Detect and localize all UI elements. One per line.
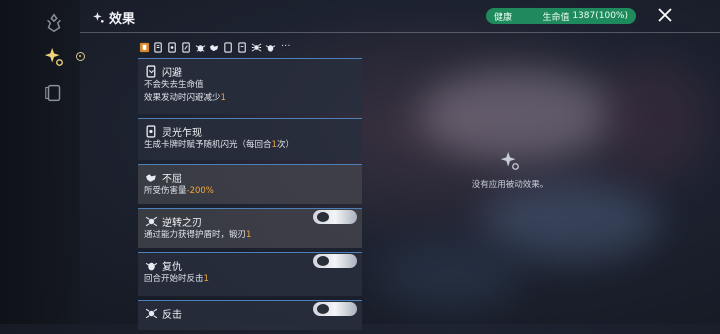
- card-flash-icon: [144, 124, 158, 138]
- hp-status-label: 健康: [494, 12, 513, 23]
- page-title: 效果: [109, 12, 136, 27]
- card-flash-icon[interactable]: [180, 41, 192, 53]
- left-rail: [0, 0, 85, 324]
- passive-effects-empty-state: 没有应用被动效果。: [468, 150, 552, 190]
- beetle-icon: [144, 258, 158, 272]
- effects-sparkle-icon[interactable]: [41, 44, 67, 70]
- card-flash-icon[interactable]: [222, 41, 234, 53]
- beetle-icon[interactable]: [264, 41, 276, 53]
- close-button[interactable]: [656, 6, 674, 24]
- shield-card-icon[interactable]: [138, 41, 150, 53]
- card-flash-icon[interactable]: [236, 41, 248, 53]
- spider-icon: [144, 214, 158, 228]
- hp-badge: 健康 生命值 1387(100%): [486, 8, 636, 24]
- effect-icon-tray: ···: [138, 40, 291, 54]
- card-flash-icon[interactable]: [152, 41, 164, 53]
- empty-state-text: 没有应用被动效果。: [471, 180, 549, 190]
- wolf-icon: [144, 170, 158, 184]
- header-divider: [80, 32, 720, 33]
- effect-card-dodge[interactable]: 闪避 不会失去生命值 效果发动时闪避减少1: [138, 58, 362, 114]
- effect-title: 反击: [162, 309, 182, 321]
- effect-card-reverse-blade[interactable]: 逆转之刃 通过能力获得护盾时，锻刃1: [138, 208, 362, 248]
- effect-list: 闪避 不会失去生命值 效果发动时闪避减少1 灵光乍现 生成卡牌时赋予随机闪光（每…: [138, 58, 362, 334]
- effect-card-revenge[interactable]: 复仇 回合开始时反击1: [138, 252, 362, 296]
- effect-title: 复仇: [162, 261, 182, 273]
- effect-description: 通过能力获得护盾时，锻刃1: [144, 230, 252, 240]
- effect-description: 生成卡牌时赋予随机闪光（每回合1次）: [144, 140, 294, 150]
- source-character-thumbnail: [313, 254, 357, 268]
- sparkle-icon: [500, 151, 519, 170]
- hp-value-label: 生命值: [542, 12, 570, 23]
- source-character-thumbnail: [313, 210, 357, 224]
- hp-value: 1387(100%): [572, 11, 628, 21]
- effect-card-unyielding[interactable]: 不屈 所受伤害量-200%: [138, 164, 362, 204]
- party-icon[interactable]: [41, 10, 67, 36]
- effect-title: 闪避: [162, 67, 182, 79]
- dodge-icon: [144, 64, 158, 78]
- source-character-thumbnail: [313, 302, 357, 316]
- spider-icon: [144, 306, 158, 320]
- effect-card-inspiration[interactable]: 灵光乍现 生成卡牌时赋予随机闪光（每回合1次）: [138, 118, 362, 160]
- close-icon: [658, 8, 672, 22]
- cards-icon[interactable]: [41, 80, 67, 106]
- wolf-icon[interactable]: [208, 41, 220, 53]
- effect-title: 灵光乍现: [162, 127, 202, 139]
- spider-icon[interactable]: [250, 41, 262, 53]
- more-effects-indicator[interactable]: ···: [281, 42, 291, 52]
- effect-title: 逆转之刃: [162, 217, 202, 229]
- effect-description: 回合开始时反击1: [144, 274, 209, 284]
- effect-description: 所受伤害量-200%: [144, 186, 214, 196]
- selected-pin-icon: [76, 52, 85, 61]
- effect-card-counter[interactable]: 反击: [138, 300, 362, 330]
- sparkle-icon: [93, 12, 104, 23]
- effect-description: 不会失去生命值 效果发动时闪避减少1: [144, 80, 226, 103]
- card-flash-icon[interactable]: [166, 41, 178, 53]
- effect-title: 不屈: [162, 173, 182, 185]
- beetle-icon[interactable]: [194, 41, 206, 53]
